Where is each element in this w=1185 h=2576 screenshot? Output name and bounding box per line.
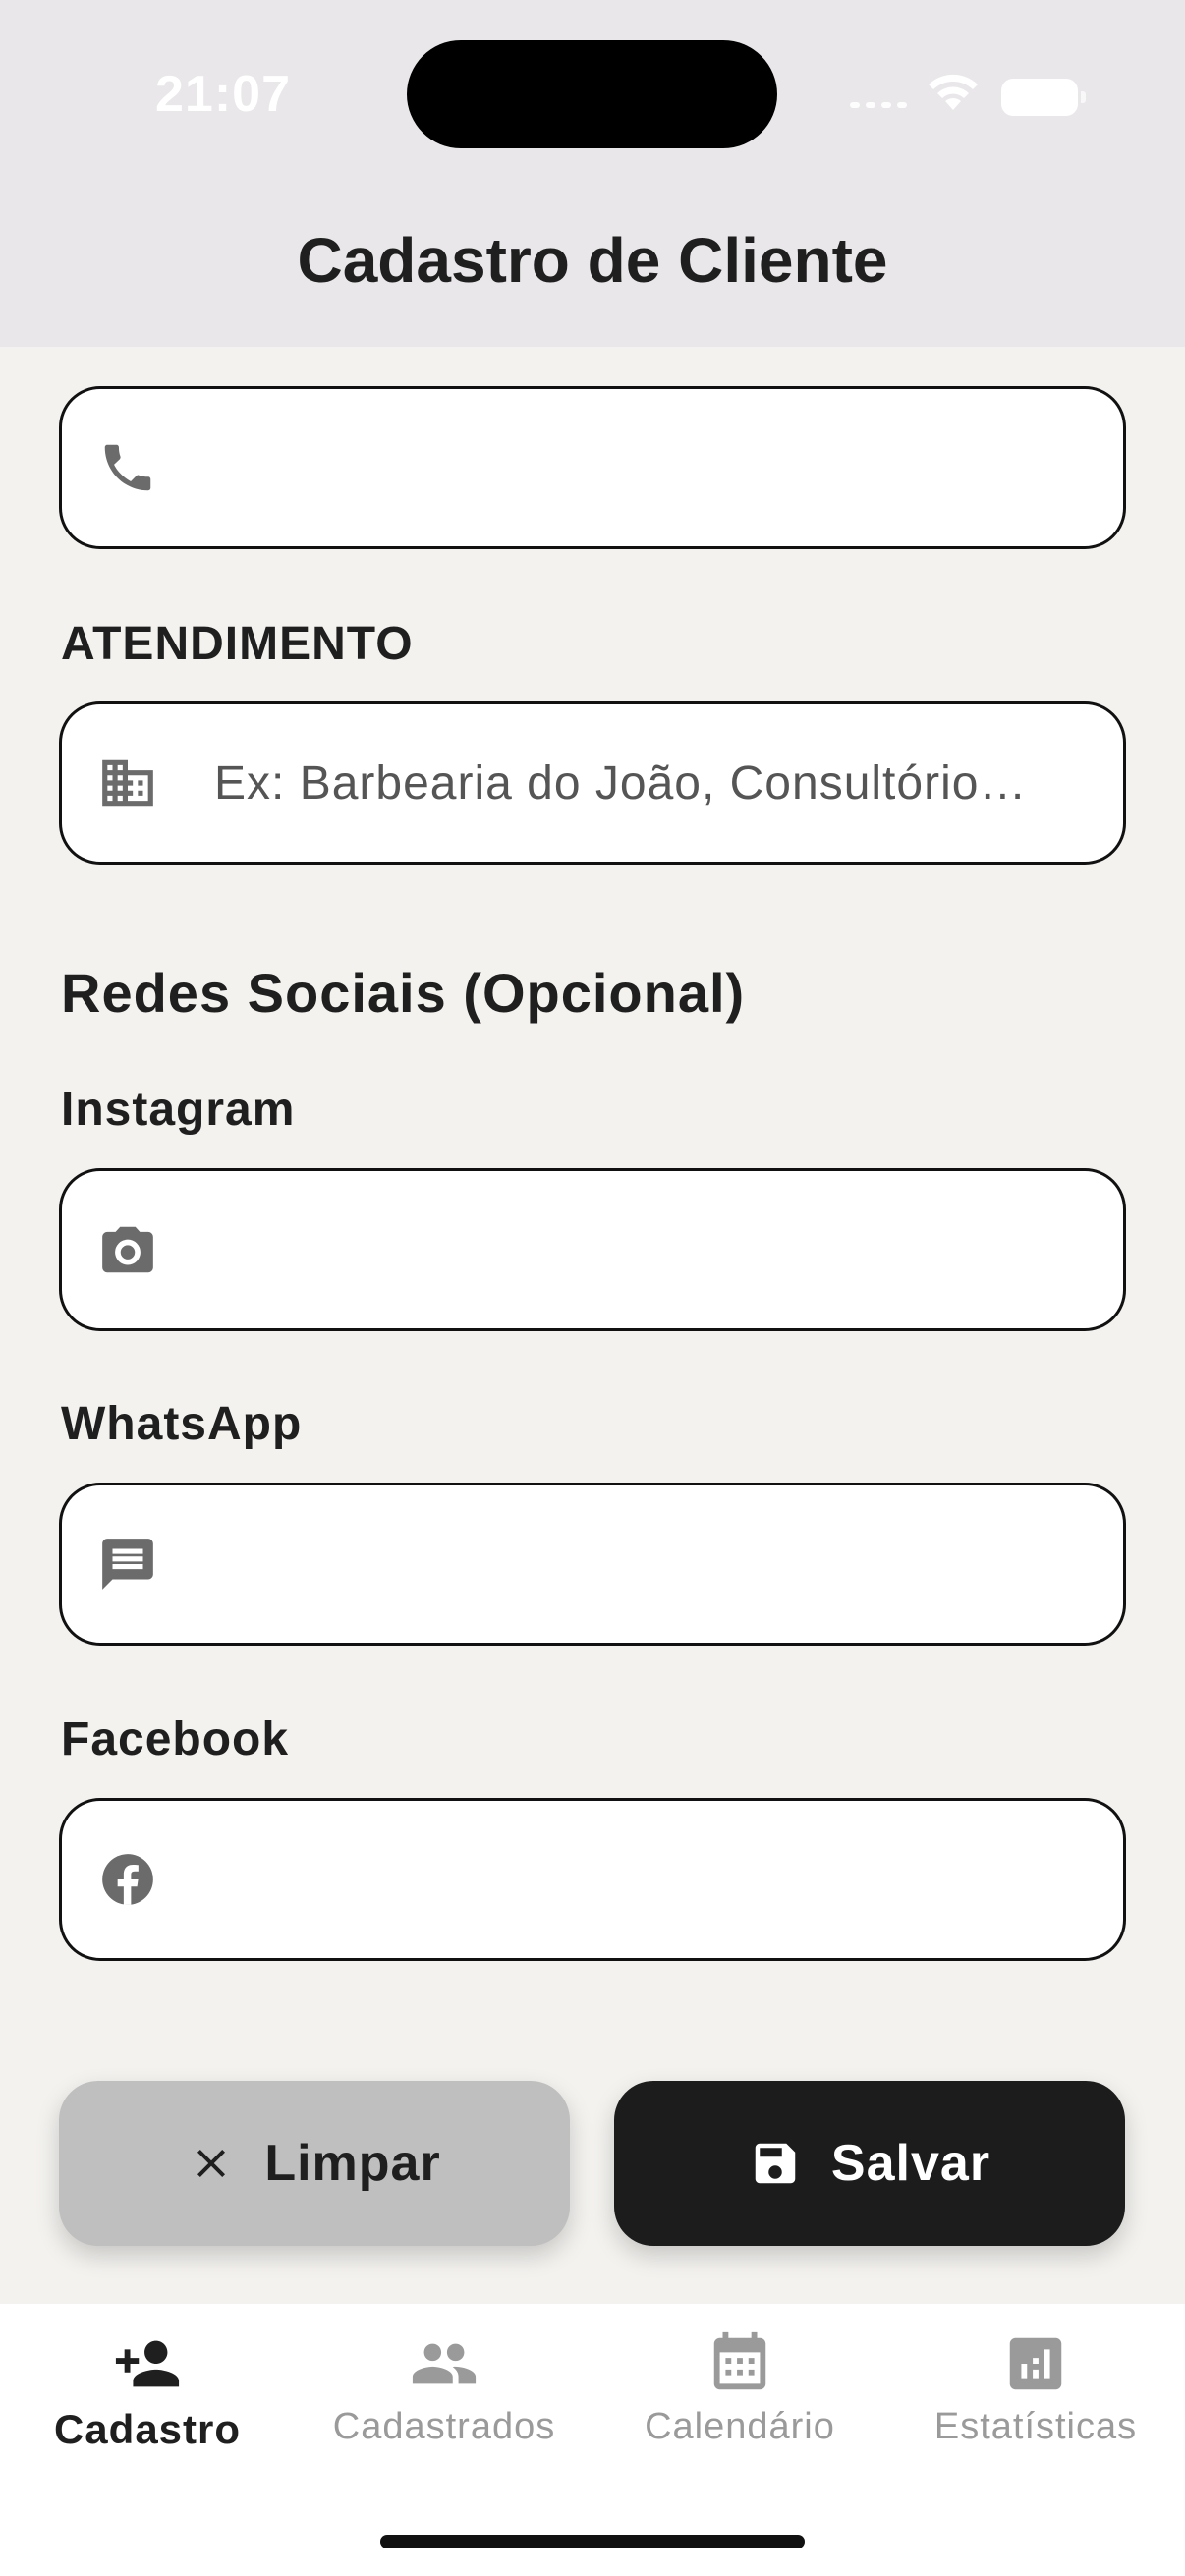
home-indicator: [380, 2535, 805, 2548]
nav-item-cadastrados[interactable]: Cadastrados: [297, 2329, 592, 2448]
business-icon: [102, 759, 153, 807]
message-icon: [102, 1539, 153, 1590]
wifi-icon: [929, 74, 978, 110]
close-icon: [198, 2150, 226, 2177]
dynamic-island: [407, 40, 777, 148]
phone-icon: [104, 444, 151, 491]
people-icon: [412, 2343, 477, 2384]
nav-item-estatisticas[interactable]: Estatísticas: [888, 2329, 1183, 2448]
whatsapp-input[interactable]: [214, 1485, 1074, 1643]
cellular-signal-icon: [850, 102, 907, 108]
save-button-label: Salvar: [830, 2135, 991, 2192]
facebook-input[interactable]: [214, 1801, 1074, 1958]
facebook-field[interactable]: [59, 1798, 1126, 1961]
nav-item-calendario[interactable]: Calendário: [592, 2329, 887, 2448]
person-add-icon: [115, 2340, 180, 2387]
phone-field[interactable]: [59, 386, 1126, 549]
clear-button[interactable]: Limpar: [59, 2081, 570, 2246]
save-icon: [755, 2143, 796, 2184]
camera-icon: [102, 1226, 153, 1273]
instagram-field[interactable]: [59, 1168, 1126, 1331]
page-title: Cadastro de Cliente: [297, 225, 888, 296]
atendimento-label: ATENDIMENTO: [61, 618, 414, 670]
whatsapp-field[interactable]: [59, 1483, 1126, 1646]
nav-label-cadastrados: Cadastrados: [332, 2406, 556, 2447]
facebook-label: Facebook: [61, 1713, 290, 1765]
app-header: 21:07 Cadastro de Cliente: [0, 0, 1185, 347]
chart-icon: [1009, 2337, 1062, 2390]
nav-label-cadastro: Cadastro: [53, 2406, 242, 2452]
instagram-input[interactable]: [214, 1171, 1074, 1328]
status-time: 21:07: [155, 66, 291, 123]
atendimento-input[interactable]: [214, 704, 1074, 862]
phone-input[interactable]: [214, 389, 1074, 546]
calendar-icon: [713, 2331, 766, 2390]
battery-icon: [1001, 79, 1086, 116]
nav-label-calendario: Calendário: [645, 2406, 835, 2447]
save-button[interactable]: Salvar: [614, 2081, 1125, 2246]
whatsapp-label: WhatsApp: [61, 1398, 303, 1450]
instagram-label: Instagram: [61, 1084, 296, 1136]
social-section-title: Redes Sociais (Opcional): [61, 962, 746, 1024]
nav-item-cadastro[interactable]: Cadastro: [0, 2329, 295, 2453]
clear-button-label: Limpar: [264, 2135, 441, 2192]
facebook-icon: [102, 1854, 153, 1905]
atendimento-field[interactable]: [59, 701, 1126, 865]
nav-label-estatisticas: Estatísticas: [933, 2406, 1138, 2447]
